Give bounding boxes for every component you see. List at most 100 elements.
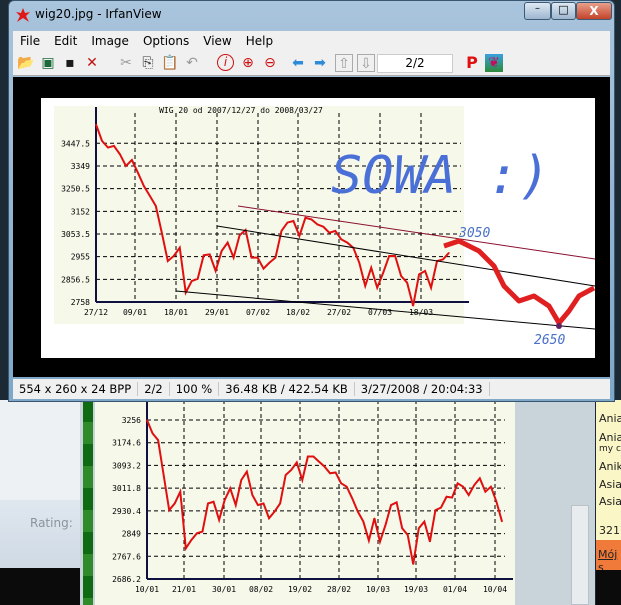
- data-point: [273, 510, 276, 513]
- data-point: [418, 527, 420, 529]
- x-tick-label: 08/02: [249, 585, 273, 594]
- data-point: [240, 479, 242, 481]
- data-point: [301, 479, 303, 481]
- data-point: [173, 255, 175, 257]
- save-icon[interactable]: ▪: [61, 54, 79, 72]
- data-point: [490, 486, 492, 488]
- menu-image[interactable]: Image: [84, 34, 136, 48]
- data-point: [457, 482, 459, 484]
- data-point: [185, 547, 187, 549]
- y-tick-label: 2767.6: [112, 552, 141, 561]
- data-point: [203, 254, 205, 256]
- data-point: [340, 238, 342, 240]
- zoom-in-icon[interactable]: ⊕: [239, 54, 257, 72]
- data-point: [262, 502, 265, 505]
- data-point: [440, 507, 442, 509]
- data-point: [357, 510, 359, 513]
- data-point: [373, 517, 376, 519]
- window-title: wig20.jpg - IrfanView: [35, 7, 162, 21]
- data-point: [388, 255, 390, 257]
- y-tick-label: 3447.5: [61, 139, 90, 148]
- background-dark: [0, 568, 80, 605]
- menu-help[interactable]: Help: [239, 34, 280, 48]
- data-point: [394, 255, 396, 257]
- irfanview-window: wig20.jpg - IrfanView – □ X File Edit Im…: [8, 0, 615, 402]
- status-zoom: 100 %: [170, 382, 220, 396]
- minimize-button[interactable]: –: [524, 2, 551, 20]
- last-icon[interactable]: ⇩: [357, 54, 375, 72]
- print-icon[interactable]: P: [463, 54, 481, 72]
- background-dark: [596, 570, 621, 605]
- cut-icon[interactable]: ✂: [117, 54, 135, 72]
- x-tick-label: 19/02: [288, 585, 312, 594]
- zoom-out-icon[interactable]: ⊖: [261, 54, 279, 72]
- minimize-icon: –: [535, 3, 540, 14]
- status-datetime: 3/27/2008 / 20:04:33: [355, 382, 490, 396]
- data-point: [310, 218, 312, 220]
- y-tick-label: 2856.5: [61, 275, 90, 284]
- data-point: [179, 247, 181, 249]
- data-point: [101, 140, 103, 142]
- undo-icon[interactable]: ↶: [183, 54, 201, 72]
- data-point: [318, 460, 320, 463]
- data-point: [146, 419, 148, 421]
- menu-view[interactable]: View: [196, 34, 238, 48]
- list-item[interactable]: Anik: [599, 460, 621, 473]
- previous-icon[interactable]: ⬅: [289, 54, 307, 72]
- data-point: [296, 461, 298, 464]
- delete-icon[interactable]: ✕: [83, 54, 101, 72]
- paste-icon[interactable]: 📋: [161, 54, 179, 72]
- list-item[interactable]: Asia: [599, 478, 621, 491]
- data-point: [197, 278, 199, 280]
- maximize-button[interactable]: □: [551, 2, 576, 20]
- data-point: [221, 250, 223, 252]
- y-tick-label: 2686.2: [112, 575, 141, 584]
- menu-edit[interactable]: Edit: [47, 34, 84, 48]
- data-point: [137, 172, 139, 174]
- list-item[interactable]: Ania: [599, 431, 621, 444]
- data-point: [119, 153, 121, 155]
- data-point: [155, 205, 157, 207]
- first-icon[interactable]: ⇧: [335, 54, 353, 72]
- right-link-bar: Mój s: [596, 540, 621, 574]
- data-point: [268, 517, 270, 519]
- data-point: [407, 534, 409, 536]
- list-item[interactable]: Ania: [599, 412, 621, 425]
- irfanview-icon: [16, 8, 30, 22]
- menu-bar: File Edit Image Options View Help: [13, 31, 610, 51]
- open-icon[interactable]: 📂: [17, 54, 35, 72]
- data-point: [113, 145, 115, 147]
- info-icon[interactable]: i: [217, 54, 234, 71]
- page-input[interactable]: 2/2: [377, 54, 453, 73]
- menu-file[interactable]: File: [13, 34, 47, 48]
- data-point: [328, 232, 330, 234]
- x-tick-label: 28/02: [327, 585, 351, 594]
- slideshow-icon[interactable]: ▣: [39, 54, 57, 72]
- menu-options[interactable]: Options: [136, 34, 196, 48]
- y-tick-label: 3256: [122, 416, 141, 425]
- data-point: [384, 524, 387, 526]
- close-button[interactable]: X: [576, 2, 612, 20]
- data-point: [161, 232, 163, 234]
- x-tick-label: 19/03: [404, 585, 428, 594]
- data-point: [334, 471, 337, 474]
- x-tick-label: 21/01: [172, 585, 196, 594]
- data-point: [218, 519, 220, 521]
- data-point: [290, 469, 292, 471]
- next-icon[interactable]: ➡: [311, 54, 329, 72]
- paint-icon[interactable]: ❦: [485, 54, 503, 72]
- status-page: 2/2: [138, 382, 170, 396]
- data-point: [246, 471, 248, 473]
- toolbar: 📂 ▣ ▪ ✕ ✂ ⎘ 📋 ↶ i ⊕ ⊖ ⬅ ➡ ⇧ ⇩ 2/2 P ❦: [13, 51, 610, 76]
- scrollbar[interactable]: [571, 505, 589, 605]
- list-item[interactable]: Asia: [599, 495, 621, 508]
- data-point: [251, 494, 253, 496]
- data-point: [268, 262, 271, 264]
- data-point: [238, 234, 241, 236]
- data-point: [235, 504, 237, 506]
- data-point: [424, 270, 426, 272]
- rating-label: Rating:: [30, 516, 73, 530]
- image-viewport[interactable]: 3447.5 3349 3250.5 3152 3053.5 2955 2856.5 2758…: [13, 77, 610, 377]
- copy-icon[interactable]: ⎘: [139, 54, 157, 72]
- title-bar[interactable]: wig20.jpg - IrfanView – □ X: [9, 1, 614, 29]
